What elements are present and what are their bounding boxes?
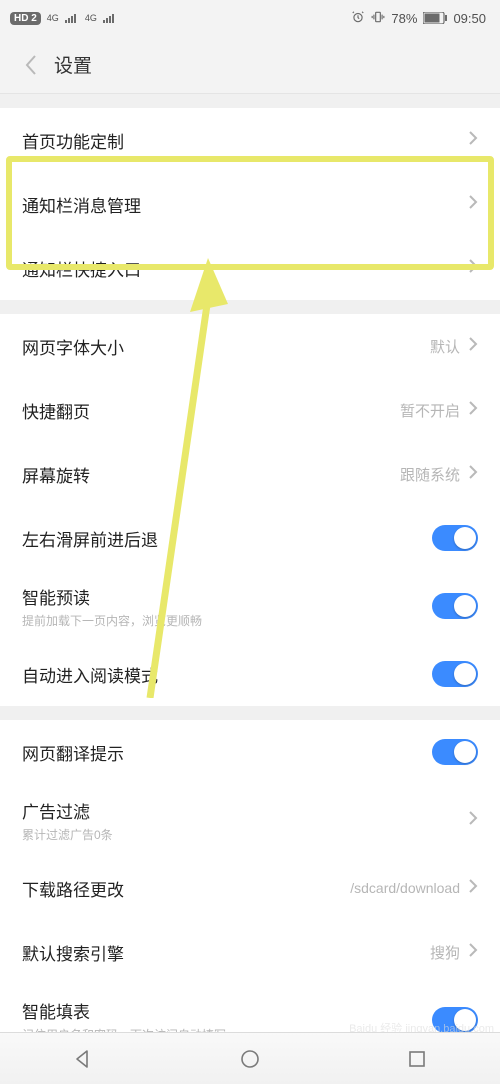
row-label: 智能预读 <box>22 584 432 609</box>
row-notification-management[interactable]: 通知栏消息管理 <box>0 172 500 236</box>
row-auto-read-mode[interactable]: 自动进入阅读模式 <box>0 642 500 706</box>
row-ad-filter[interactable]: 广告过滤 累计过滤广告0条 <box>0 784 500 856</box>
row-search-engine[interactable]: 默认搜索引擎 搜狗 <box>0 920 500 984</box>
row-quick-flip[interactable]: 快捷翻页 暂不开启 <box>0 378 500 442</box>
status-left: HD 2 4G 4G <box>10 11 117 26</box>
signal-icon-2 <box>103 11 117 26</box>
row-value: 搜狗 <box>430 942 460 963</box>
back-button[interactable] <box>14 48 48 82</box>
row-label: 通知栏消息管理 <box>22 192 468 217</box>
page-title: 设置 <box>54 51 92 78</box>
section-gap <box>0 94 500 108</box>
network-label-2: 4G <box>85 13 97 23</box>
row-label: 首页功能定制 <box>22 128 468 153</box>
row-translate-hint[interactable]: 网页翻译提示 <box>0 720 500 784</box>
row-value: 跟随系统 <box>400 464 460 485</box>
chevron-right-icon <box>468 464 478 485</box>
alarm-icon <box>351 10 365 27</box>
row-label: 智能填表 <box>22 998 432 1023</box>
toggle-translate-hint[interactable] <box>432 739 478 765</box>
row-label: 广告过滤 <box>22 798 468 823</box>
row-label: 网页字体大小 <box>22 334 430 359</box>
chevron-right-icon <box>468 258 478 279</box>
network-label-1: 4G <box>47 13 59 23</box>
nav-back-button[interactable] <box>63 1039 103 1079</box>
status-bar: HD 2 4G 4G 78% 09:50 <box>0 0 500 36</box>
system-nav-bar <box>0 1032 500 1084</box>
row-label: 默认搜索引擎 <box>22 940 430 965</box>
row-notification-shortcut[interactable]: 通知栏快捷入口 <box>0 236 500 300</box>
row-subtext: 累计过滤广告0条 <box>22 826 468 843</box>
row-swipe-nav[interactable]: 左右滑屏前进后退 <box>0 506 500 570</box>
toggle-auto-read[interactable] <box>432 661 478 687</box>
signal-icon-1 <box>65 11 79 26</box>
hd-badge: HD 2 <box>10 12 41 25</box>
battery-icon <box>423 12 447 24</box>
settings-section-3: 网页翻译提示 广告过滤 累计过滤广告0条 下载路径更改 /sdcard/down… <box>0 720 500 1056</box>
nav-recent-button[interactable] <box>397 1039 437 1079</box>
toggle-swipe-nav[interactable] <box>432 525 478 551</box>
chevron-right-icon <box>468 878 478 899</box>
chevron-right-icon <box>468 130 478 151</box>
chevron-right-icon <box>468 194 478 215</box>
row-label: 屏幕旋转 <box>22 462 400 487</box>
row-label: 下载路径更改 <box>22 876 350 901</box>
row-label: 通知栏快捷入口 <box>22 256 468 281</box>
row-label: 自动进入阅读模式 <box>22 662 432 687</box>
settings-section-2: 网页字体大小 默认 快捷翻页 暂不开启 屏幕旋转 跟随系统 左右滑屏前进后退 智… <box>0 314 500 706</box>
row-subtext: 提前加载下一页内容，浏览更顺畅 <box>22 612 432 629</box>
status-right: 78% 09:50 <box>351 10 486 27</box>
row-value: 暂不开启 <box>400 400 460 421</box>
vibrate-icon <box>371 10 385 27</box>
row-download-path[interactable]: 下载路径更改 /sdcard/download <box>0 856 500 920</box>
section-gap <box>0 300 500 314</box>
chevron-right-icon <box>468 942 478 963</box>
row-label: 左右滑屏前进后退 <box>22 526 432 551</box>
chevron-right-icon <box>468 400 478 421</box>
nav-home-button[interactable] <box>230 1039 270 1079</box>
row-value: /sdcard/download <box>350 880 460 896</box>
row-label: 快捷翻页 <box>22 398 400 423</box>
chevron-right-icon <box>468 336 478 357</box>
chevron-right-icon <box>468 810 478 831</box>
row-font-size[interactable]: 网页字体大小 默认 <box>0 314 500 378</box>
row-smart-preload[interactable]: 智能预读 提前加载下一页内容，浏览更顺畅 <box>0 570 500 642</box>
row-home-customize[interactable]: 首页功能定制 <box>0 108 500 172</box>
battery-percent: 78% <box>391 11 417 26</box>
title-bar: 设置 <box>0 36 500 94</box>
row-value: 默认 <box>430 336 460 357</box>
row-label: 网页翻译提示 <box>22 740 432 765</box>
clock-text: 09:50 <box>453 11 486 26</box>
section-gap <box>0 706 500 720</box>
row-screen-rotate[interactable]: 屏幕旋转 跟随系统 <box>0 442 500 506</box>
settings-section-1: 首页功能定制 通知栏消息管理 通知栏快捷入口 <box>0 108 500 300</box>
toggle-smart-preload[interactable] <box>432 593 478 619</box>
